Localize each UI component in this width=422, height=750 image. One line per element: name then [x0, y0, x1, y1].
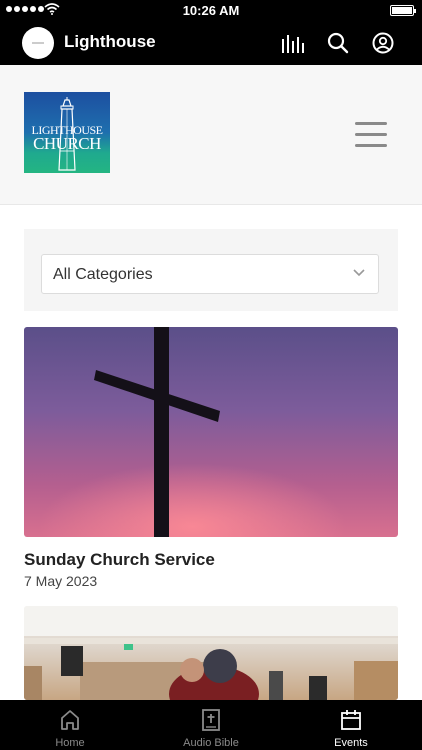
status-time: 10:26 AM: [182, 3, 240, 18]
tab-audio-bible[interactable]: Audio Bible: [141, 700, 281, 750]
cross-silhouette: [94, 327, 220, 537]
event-image-embrace[interactable]: [24, 606, 398, 700]
app-logo-avatar[interactable]: [22, 27, 54, 59]
tab-bar: Home Audio Bible Events: [0, 700, 422, 750]
battery-icon: [390, 5, 416, 16]
logo-text-line2: CHURCH: [33, 134, 101, 153]
event-photo-scene: [24, 606, 398, 700]
chevron-down-icon: [353, 269, 365, 277]
site-header: LIGHTHOUSE CHURCH: [0, 65, 422, 205]
tab-home-label: Home: [55, 737, 85, 749]
category-select-value: All Categories: [53, 266, 153, 283]
tab-home[interactable]: Home: [0, 700, 140, 750]
event-image-cross-sunset[interactable]: [24, 327, 398, 537]
app-header: Lighthouse: [0, 20, 422, 65]
search-icon[interactable]: [325, 30, 351, 56]
bible-icon: [202, 709, 220, 731]
filter-card: All Categories: [24, 229, 398, 311]
event-title[interactable]: Sunday Church Service: [24, 550, 215, 570]
home-icon: [61, 710, 79, 730]
status-bar: 10:26 AM: [0, 0, 422, 20]
tab-audio-bible-label: Audio Bible: [183, 737, 239, 749]
event-date: 7 May 2023: [24, 573, 98, 589]
hamburger-menu-icon[interactable]: [355, 122, 387, 148]
tab-events[interactable]: Events: [281, 700, 421, 750]
app-title: Lighthouse: [64, 32, 156, 51]
tab-events-label: Events: [334, 737, 368, 749]
calendar-icon: [341, 710, 361, 730]
account-icon[interactable]: [370, 30, 396, 56]
audio-levels-icon[interactable]: [280, 30, 306, 56]
church-logo[interactable]: LIGHTHOUSE CHURCH: [24, 92, 110, 173]
category-select[interactable]: All Categories: [41, 254, 379, 294]
